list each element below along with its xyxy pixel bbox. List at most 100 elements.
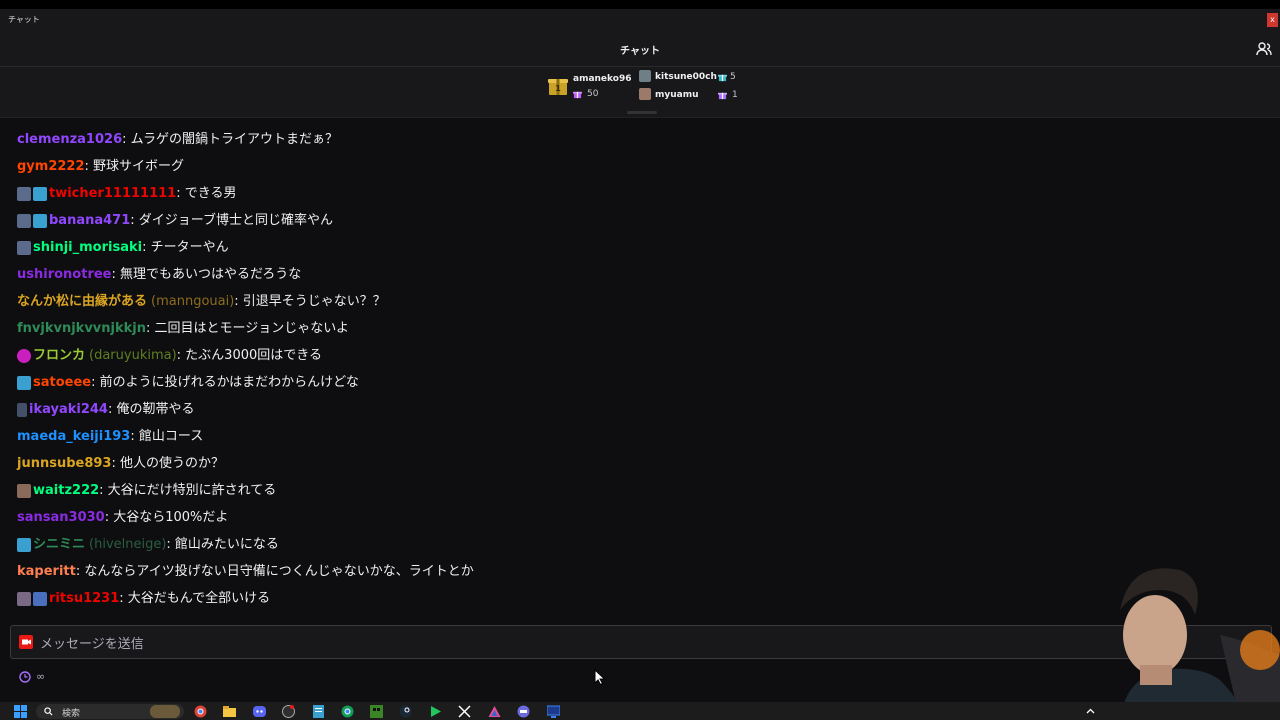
- start-icon[interactable]: [14, 705, 27, 718]
- chat-message: maeda_keiji193: 館山コース: [17, 427, 203, 447]
- leaderboard-third-name: myuamu: [655, 90, 699, 100]
- window-title: チャット: [8, 15, 40, 24]
- sub-badge-icon[interactable]: [17, 187, 31, 201]
- monitor-app-icon[interactable]: [547, 705, 560, 718]
- chat-username[interactable]: shinji_morisaki: [33, 238, 142, 258]
- sub-badge-icon[interactable]: [17, 241, 31, 255]
- chat-message: clemenza1026: ムラゲの闇鍋トライアウトまだぁ？: [17, 130, 338, 150]
- minecraft-icon[interactable]: [370, 705, 383, 718]
- leaderboard-third-count: 1: [732, 90, 738, 100]
- steam-icon[interactable]: [399, 705, 412, 718]
- chat-username[interactable]: kaperitt: [17, 562, 76, 582]
- avatar: [639, 70, 651, 82]
- chat-username[interactable]: junnsube893: [17, 454, 111, 474]
- folder-icon[interactable]: [223, 705, 236, 718]
- chat-username[interactable]: waitz222: [33, 481, 99, 501]
- leaderboard-drag-handle[interactable]: [627, 111, 657, 114]
- chat-message: なんか松に由縁がある (manngouai): 引退早そうじゃない？？: [17, 292, 386, 312]
- gift-leaderboard[interactable]: 1 amaneko96 50 kitsune00ch 5 myuamu 1: [0, 67, 1280, 118]
- gift-icon: [573, 91, 582, 99]
- chat-message: ushironotree: 無理でもあいつはやるだろうな: [17, 265, 301, 285]
- svg-text:1: 1: [555, 84, 561, 93]
- keyboard-app-icon[interactable]: [517, 705, 530, 718]
- taskbar: 検索: [0, 702, 1280, 720]
- subgifter-badge-icon[interactable]: [17, 376, 31, 390]
- colorful-app-icon[interactable]: [488, 705, 501, 718]
- chat-message: satoeee: 前のように投げれるかはまだわからんけどな: [17, 373, 359, 393]
- subgifter-badge-icon[interactable]: [33, 187, 47, 201]
- window-titlebar: チャット x: [0, 9, 1280, 31]
- chat-input[interactable]: メッセージを送信: [10, 625, 1272, 659]
- gift-icon: [718, 74, 727, 82]
- sub-badge-icon[interactable]: [17, 592, 31, 606]
- camera-icon[interactable]: [19, 635, 33, 649]
- chat-username[interactable]: banana471: [49, 211, 130, 231]
- chat-text: : 二回目はとモージョンじゃないよ: [145, 321, 349, 336]
- play-icon[interactable]: [429, 705, 442, 718]
- chat-text: : 大谷にだけ特別に許されてる: [99, 483, 277, 498]
- chat-text: : 館山コース: [130, 429, 204, 444]
- subgifter-badge-icon[interactable]: [33, 214, 47, 228]
- chat-username[interactable]: シニミニ: [33, 535, 85, 555]
- chat-message: ritsu1231: 大谷だもんで全部いける: [17, 589, 270, 609]
- chat-message: banana471: ダイジョーブ博士と同じ確率やん: [17, 211, 333, 231]
- chat-message: シニミニ (hivelneige): 館山みたいになる: [17, 535, 279, 555]
- chat-login[interactable]: (daruyukima): [89, 346, 177, 366]
- webcam-overlay: [1120, 568, 1280, 720]
- notepad-icon[interactable]: [312, 705, 325, 718]
- chat-login[interactable]: (manngouai): [151, 292, 234, 312]
- subgifter-badge-icon[interactable]: [17, 538, 31, 552]
- avatar: [639, 88, 651, 100]
- obs-icon[interactable]: [282, 705, 295, 718]
- chat-message: junnsube893: 他人の使うのか？: [17, 454, 224, 474]
- chat-message: kaperitt: なんならアイツ投げない日守備につくんじゃないかな、ライトとか: [17, 562, 474, 582]
- chat-message: shinji_morisaki: チーターやん: [17, 238, 229, 258]
- chat-username[interactable]: ikayaki244: [29, 400, 108, 420]
- taskbar-search[interactable]: 検索: [36, 704, 184, 719]
- discord-icon[interactable]: [253, 705, 266, 718]
- chat-message: twicher11111111: できる男: [17, 184, 237, 204]
- chat-username[interactable]: twicher11111111: [49, 184, 176, 204]
- chat-username[interactable]: clemenza1026: [17, 130, 122, 150]
- sub-badge-icon[interactable]: [17, 484, 31, 498]
- chat-text: : 野球サイボーグ: [84, 159, 185, 174]
- chat-username[interactable]: sansan3030: [17, 508, 105, 528]
- chat-username[interactable]: maeda_keiji193: [17, 427, 130, 447]
- gold-gift-icon: 1: [548, 79, 568, 95]
- mouse-cursor-icon: [594, 669, 606, 685]
- chat-text: : 無理でもあいつはやるだろうな: [111, 267, 302, 282]
- chat-username[interactable]: フロンカ: [33, 346, 85, 366]
- chrome-alt-icon[interactable]: [341, 705, 354, 718]
- chat-message: gym2222: 野球サイボーグ: [17, 157, 184, 177]
- x-app-icon[interactable]: [458, 705, 471, 718]
- chat-title: チャット: [620, 46, 660, 57]
- chat-text: : ムラゲの闇鍋トライアウトまだぁ？: [122, 132, 338, 147]
- chevron-up-icon[interactable]: [1085, 705, 1096, 718]
- chat-username[interactable]: gym2222: [17, 157, 85, 177]
- top-strip: [0, 0, 1280, 9]
- chat-text: : ダイジョーブ博士と同じ確率やん: [130, 213, 334, 228]
- timer-icon[interactable]: [19, 671, 31, 683]
- gift-icon: [718, 92, 727, 100]
- leaderboard-top-count: 50: [587, 89, 599, 99]
- chat-input-placeholder: メッセージを送信: [40, 637, 144, 652]
- chat-username[interactable]: fnvjkvnjkvvnjkkjn: [17, 319, 146, 339]
- chat-message: フロンカ (daruyukima): たぶん3000回はできる: [17, 346, 322, 366]
- footer-value: ∞: [36, 670, 46, 683]
- vip-badge-icon[interactable]: [33, 592, 47, 606]
- sub-badge-icon[interactable]: [17, 403, 27, 417]
- community-users-icon[interactable]: [1256, 41, 1272, 57]
- chat-username[interactable]: なんか松に由縁がある: [17, 292, 147, 312]
- chat-text: : なんならアイツ投げない日守備につくんじゃないかな、ライトとか: [75, 564, 474, 579]
- chat-username[interactable]: satoeee: [33, 373, 91, 393]
- leaderboard-top-name: amaneko96: [573, 74, 632, 84]
- chat-text: : 俺の靭帯やる: [107, 402, 195, 417]
- chat-username[interactable]: ushironotree: [17, 265, 112, 285]
- bits-badge-icon[interactable]: [17, 349, 31, 363]
- chrome-icon[interactable]: [194, 705, 207, 718]
- chat-username[interactable]: ritsu1231: [49, 589, 119, 609]
- chat-login[interactable]: (hivelneige): [89, 535, 166, 555]
- chat-message-list[interactable]: clemenza1026: ムラゲの闇鍋トライアウトまだぁ？ gym2222: …: [0, 127, 1280, 617]
- sub-badge-icon[interactable]: [17, 214, 31, 228]
- close-button[interactable]: x: [1267, 13, 1278, 27]
